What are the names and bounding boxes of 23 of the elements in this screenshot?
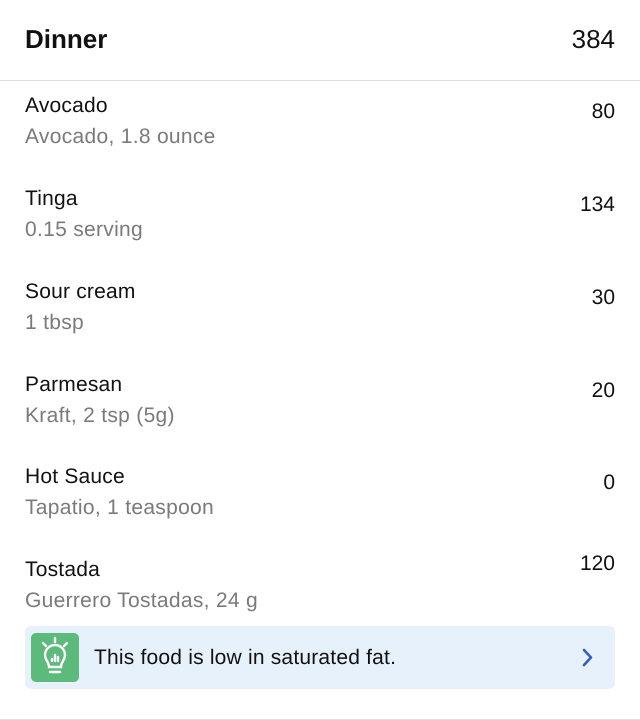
food-name: Tostada bbox=[25, 557, 100, 584]
food-name: Parmesan bbox=[25, 372, 122, 398]
calorie-count: 80 bbox=[592, 98, 615, 125]
calorie-count: 134 bbox=[580, 192, 615, 218]
food-detail: Tapatio, 1 teaspoon bbox=[25, 495, 214, 522]
calorie-count: 0 bbox=[603, 470, 615, 496]
meal-title: Dinner bbox=[25, 24, 108, 56]
food-name: Hot Sauce bbox=[25, 464, 125, 490]
food-detail: 0.15 serving bbox=[25, 216, 144, 243]
food-name: Tinga bbox=[25, 186, 78, 212]
food-name: Sour cream bbox=[25, 278, 136, 305]
chevron-right-icon bbox=[582, 648, 593, 668]
calorie-count: 120 bbox=[580, 551, 615, 578]
food-name: Avocado bbox=[25, 92, 108, 119]
meal-calories: 384 bbox=[572, 24, 615, 56]
tip-banner[interactable]: This food is low in saturated fat. bbox=[25, 626, 615, 690]
food-detail: Avocado, 1.8 ounce bbox=[25, 124, 216, 150]
lightbulb-icon bbox=[31, 633, 79, 682]
calorie-count: 30 bbox=[592, 284, 615, 311]
food-detail: Kraft, 2 tsp (5g) bbox=[25, 402, 175, 428]
food-detail: Guerrero Tostadas, 24 g bbox=[25, 588, 258, 614]
food-detail: 1 tbsp bbox=[25, 310, 84, 336]
calorie-count: 20 bbox=[592, 378, 615, 404]
